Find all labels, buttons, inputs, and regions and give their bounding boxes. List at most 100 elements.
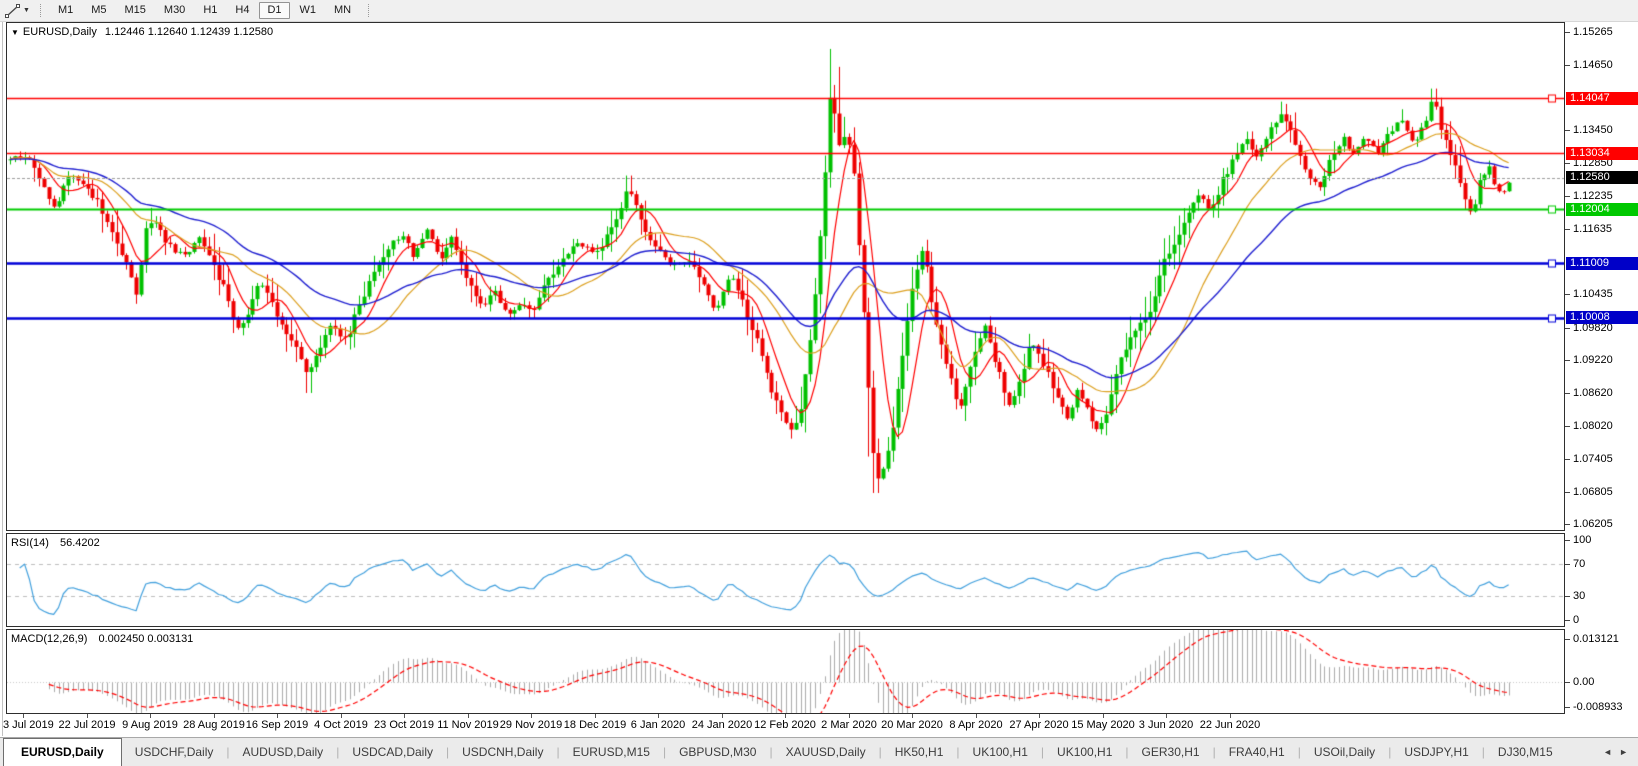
toolbar-grip: [39, 4, 41, 17]
axis-tick-mark: [1565, 294, 1570, 295]
rsi-canvas[interactable]: [7, 534, 1564, 626]
timeframe-button-h1[interactable]: H1: [195, 2, 225, 19]
timeframe-button-m1[interactable]: M1: [50, 2, 81, 19]
main-chart-canvas[interactable]: [7, 23, 1564, 530]
axis-tick-mark: [1565, 540, 1570, 541]
tab-uk100-h1[interactable]: UK100,H1: [960, 738, 1041, 766]
axis-tick-mark: [1565, 360, 1570, 361]
date-tick-mark: [1230, 714, 1231, 718]
symbol-dropdown-icon[interactable]: ▼: [11, 28, 19, 37]
timeframe-button-w1[interactable]: W1: [292, 2, 325, 19]
price-line-badge: 1.10008: [1566, 311, 1638, 324]
axis-tick-mark: [1565, 163, 1570, 164]
rsi-level-label: 0: [1573, 614, 1580, 626]
date-tick-mark: [468, 714, 469, 718]
date-label: 16 Sep 2019: [245, 719, 309, 731]
rsi-label: RSI(14) 56.4202: [11, 537, 100, 549]
date-tick-mark: [912, 714, 913, 718]
axis-tick-mark: [1565, 32, 1570, 33]
tab-dj30-m15[interactable]: DJ30,M15: [1485, 738, 1566, 766]
date-label: 9 Aug 2019: [122, 719, 178, 731]
tab-fra40-h1[interactable]: FRA40,H1: [1216, 738, 1298, 766]
date-tick-mark: [1166, 714, 1167, 718]
tab-usdjpy-h1[interactable]: USDJPY,H1: [1391, 738, 1481, 766]
axis-tick-mark: [1565, 426, 1570, 427]
date-label: 3 Jun 2020: [1138, 719, 1194, 731]
tab-usdcnh-daily[interactable]: USDCNH,Daily: [449, 738, 556, 766]
tabs-scroll-left-icon[interactable]: ◄: [1603, 747, 1612, 757]
rsi-panel: RSI(14) 56.4202: [6, 533, 1565, 627]
tab-uk100-h1[interactable]: UK100,H1: [1044, 738, 1125, 766]
tab-scroll-arrows: ◄ ►: [1603, 738, 1628, 766]
date-label: 2 Mar 2020: [821, 719, 877, 731]
trendline-tool-icon[interactable]: [4, 3, 22, 19]
axis-tick-mark: [1565, 229, 1570, 230]
rsi-name: RSI(14): [11, 537, 49, 549]
price-line-badge: 1.12580: [1566, 171, 1638, 184]
date-label: 22 Jul 2019: [58, 719, 116, 731]
main-chart-panel: ▼ EURUSD,Daily 1.12446 1.12640 1.12439 1.1…: [6, 22, 1565, 531]
timeframe-button-m5[interactable]: M5: [83, 2, 114, 19]
timeframe-toolbar: M1 M5 M15 M30 H1 H4 D1 W1 MN: [49, 2, 360, 19]
date-tick-mark: [658, 714, 659, 718]
timeframe-button-m15[interactable]: M15: [117, 2, 154, 19]
date-tick-mark: [404, 714, 405, 718]
date-tick-mark: [849, 714, 850, 718]
macd-label: MACD(12,26,9) 0.002450 0.003131: [11, 633, 193, 645]
price-tick-label: 1.06205: [1573, 518, 1613, 530]
rsi-level-label: 30: [1573, 590, 1586, 602]
axis-tick-mark: [1565, 564, 1570, 565]
rsi-level-label: 100: [1573, 534, 1592, 546]
price-tick-label: 1.08620: [1573, 387, 1613, 399]
window-frame-edge: [2, 22, 3, 736]
axis-tick-mark: [1565, 130, 1570, 131]
date-tick-mark: [722, 714, 723, 718]
date-label: 15 May 2020: [1071, 719, 1135, 731]
timeframe-button-d1[interactable]: D1: [259, 2, 290, 19]
date-tick-mark: [87, 714, 88, 718]
date-tick-mark: [23, 714, 24, 718]
axis-tick-mark: [1565, 596, 1570, 597]
tab-usdchf-daily[interactable]: USDCHF,Daily: [122, 738, 227, 766]
axis-tick-mark: [1565, 707, 1570, 708]
axis-tick-mark: [1565, 492, 1570, 493]
price-tick-label: 1.08020: [1573, 420, 1613, 432]
tab-eurusd-m15[interactable]: EURUSD,M15: [560, 738, 663, 766]
macd-axis-label: 0.013121: [1573, 633, 1619, 645]
date-tick-mark: [150, 714, 151, 718]
tab-usdcad-daily[interactable]: USDCAD,Daily: [339, 738, 446, 766]
axis-tick-mark: [1565, 620, 1570, 621]
timeframe-button-m30[interactable]: M30: [156, 2, 193, 19]
tab-ger30-h1[interactable]: GER30,H1: [1129, 738, 1213, 766]
date-label: 4 Oct 2019: [314, 719, 368, 731]
price-line-badge: 1.13034: [1566, 147, 1638, 160]
price-tick-label: 1.09220: [1573, 354, 1613, 366]
trendline-dropdown-caret-icon[interactable]: ▼: [23, 7, 30, 14]
tab-gbpusd-m30[interactable]: GBPUSD,M30: [666, 738, 769, 766]
price-tick-label: 1.15265: [1573, 26, 1613, 38]
timeframe-button-h4[interactable]: H4: [227, 2, 257, 19]
chart-tab-bar: EURUSD,Daily USDCHF,Daily | AUDUSD,Daily | US…: [0, 737, 1638, 766]
date-tick-mark: [785, 714, 786, 718]
macd-canvas[interactable]: [7, 630, 1564, 713]
date-tick-mark: [277, 714, 278, 718]
date-label: 28 Aug 2019: [183, 719, 245, 731]
tabs-scroll-right-icon[interactable]: ►: [1619, 747, 1628, 757]
date-label: 29 Nov 2019: [499, 719, 563, 731]
date-label: 11 Nov 2019: [437, 719, 499, 731]
date-label: 6 Jan 2020: [630, 719, 686, 731]
tab-eurusd-daily[interactable]: EURUSD,Daily: [3, 738, 122, 766]
timeframe-button-mn[interactable]: MN: [326, 2, 359, 19]
price-tick-label: 1.13450: [1573, 124, 1613, 136]
price-tick-label: 1.11635: [1573, 223, 1612, 235]
mt4-window: { "toolbar": { "timeframes": [ {"label":…: [0, 0, 1638, 766]
tab-audusd-daily[interactable]: AUDUSD,Daily: [230, 738, 337, 766]
axis-tick-mark: [1565, 639, 1570, 640]
tab-usoil-daily[interactable]: USOil,Daily: [1301, 738, 1388, 766]
price-line-badge: 1.12004: [1566, 203, 1638, 216]
tab-xauusd-daily[interactable]: XAUUSD,Daily: [773, 738, 879, 766]
toolbar: ▼ M1 M5 M15 M30 H1 H4 D1 W1 MN: [0, 0, 1638, 22]
date-tick-mark: [595, 714, 596, 718]
tab-hk50-h1[interactable]: HK50,H1: [882, 738, 957, 766]
date-tick-mark: [214, 714, 215, 718]
